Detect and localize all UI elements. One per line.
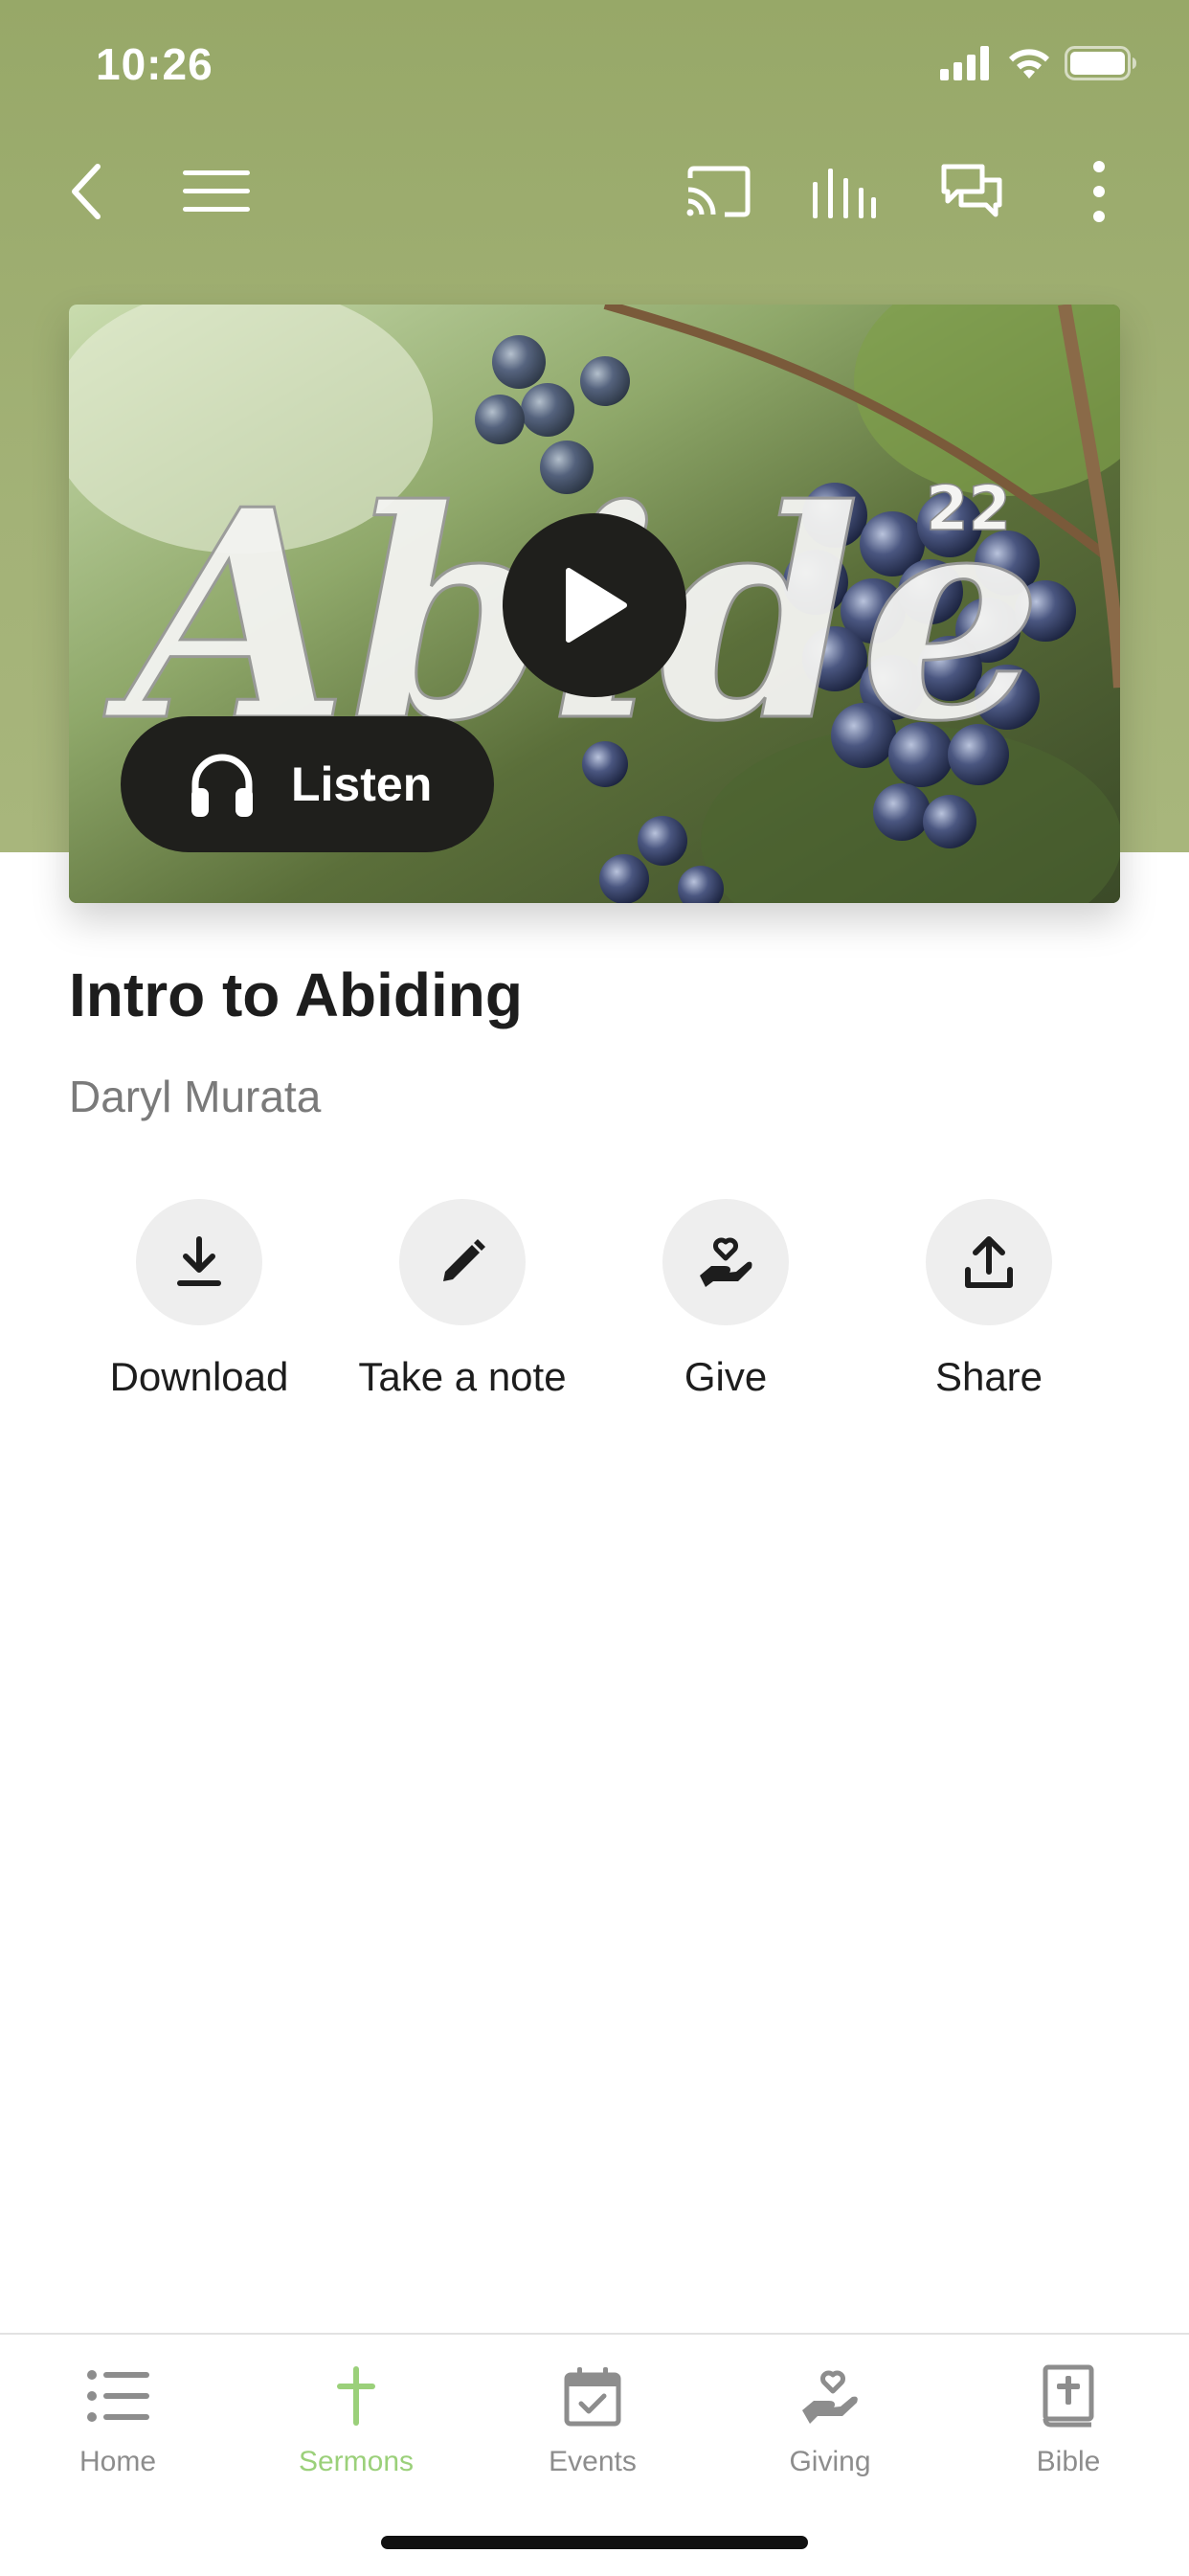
audio-levels-button[interactable] (806, 153, 883, 230)
artwork-badge-text: 22 (926, 474, 1011, 545)
hand-heart-icon (802, 2370, 858, 2424)
share-icon (965, 1236, 1013, 1288)
play-button[interactable] (503, 513, 686, 697)
tab-sermons-label: Sermons (298, 2446, 415, 2477)
share-label: Share (934, 1354, 1043, 1399)
give-button[interactable]: Give (594, 1199, 858, 1400)
audio-bars-icon (813, 169, 876, 218)
bible-icon (1043, 2364, 1094, 2428)
headphones-icon (191, 754, 253, 817)
tab-giving-label: Giving (789, 2446, 871, 2477)
tab-bible[interactable]: Bible (973, 2358, 1164, 2478)
list-icon (87, 2370, 149, 2422)
take-note-button[interactable]: Take a note (330, 1199, 594, 1400)
listen-label: Listen (291, 757, 433, 811)
tab-bible-label: Bible (1036, 2446, 1101, 2477)
chat-button[interactable] (933, 153, 1010, 230)
tab-events-label: Events (549, 2446, 637, 2477)
tab-home-label: Home (79, 2446, 157, 2477)
speaker-name[interactable]: Daryl Murata (69, 1071, 321, 1122)
tab-giving[interactable]: Giving (734, 2358, 926, 2478)
download-label: Download (109, 1354, 289, 1399)
cross-icon (337, 2366, 375, 2426)
sermon-artwork[interactable]: Abide 22 Listen (69, 305, 1120, 903)
pencil-icon (443, 1239, 485, 1281)
chat-bubbles-icon (941, 164, 1002, 217)
tab-sermons[interactable]: Sermons (260, 2358, 452, 2478)
status-icons (940, 46, 1141, 88)
cellular-signal-icon (940, 46, 989, 80)
play-icon (566, 568, 627, 643)
download-circle (136, 1199, 262, 1325)
cast-icon (686, 166, 751, 217)
give-circle (662, 1199, 789, 1325)
download-button[interactable]: Download (67, 1199, 331, 1400)
wifi-icon (1009, 49, 1049, 79)
hamburger-menu-icon (183, 170, 250, 212)
status-time: 10:26 (96, 39, 213, 89)
cast-button[interactable] (680, 153, 756, 230)
take-note-circle (399, 1199, 526, 1325)
download-icon (177, 1236, 221, 1286)
menu-button[interactable] (178, 153, 255, 230)
battery-icon (1065, 46, 1136, 80)
more-vertical-icon (1093, 161, 1105, 222)
give-hand-heart-icon (700, 1237, 752, 1287)
take-note-label: Take a note (358, 1354, 567, 1399)
listen-button[interactable]: Listen (121, 716, 494, 852)
back-button[interactable] (48, 153, 124, 230)
share-button[interactable]: Share (857, 1199, 1121, 1400)
chevron-left-icon (72, 164, 101, 219)
tab-events[interactable]: Events (497, 2358, 688, 2478)
sermon-title: Intro to Abiding (69, 960, 523, 1029)
tab-home[interactable]: Home (22, 2358, 213, 2478)
calendar-icon (564, 2367, 621, 2427)
give-label: Give (684, 1354, 768, 1399)
share-circle (926, 1199, 1052, 1325)
home-indicator[interactable] (381, 2536, 808, 2549)
more-options-button[interactable] (1061, 153, 1137, 230)
status-bar: 10:26 (0, 0, 1189, 124)
